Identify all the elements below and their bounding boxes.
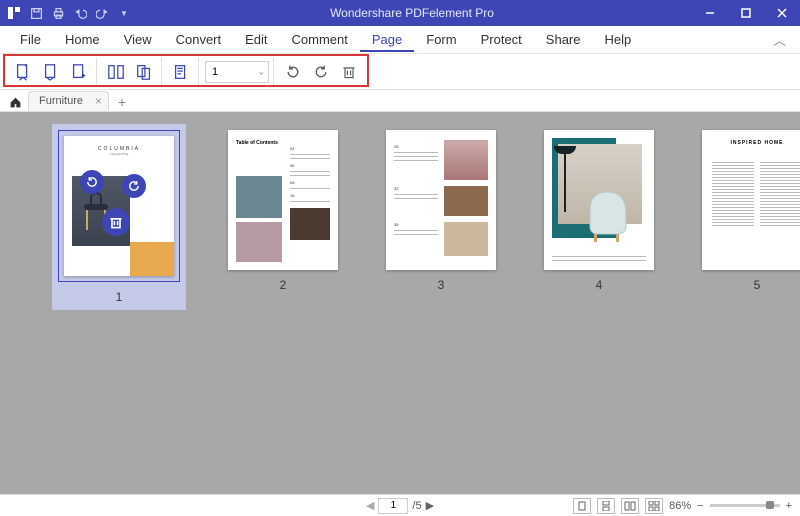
menu-share[interactable]: Share bbox=[534, 28, 593, 51]
add-blank-page-icon[interactable] bbox=[66, 59, 92, 85]
save-icon[interactable] bbox=[28, 5, 44, 21]
toc-num: 32 bbox=[394, 186, 438, 191]
thumb-number: 4 bbox=[596, 278, 603, 292]
thumb-number: 3 bbox=[438, 278, 445, 292]
rotate-left-icon[interactable] bbox=[280, 59, 306, 85]
overlay-rotate-left-icon[interactable] bbox=[80, 170, 104, 194]
maximize-button[interactable] bbox=[728, 0, 764, 26]
status-page-input[interactable] bbox=[378, 498, 408, 514]
rotate-right-icon[interactable] bbox=[308, 59, 334, 85]
qat-dropdown-icon[interactable]: ▼ bbox=[116, 5, 132, 21]
menu-page[interactable]: Page bbox=[360, 28, 414, 52]
delete-page-icon[interactable] bbox=[336, 59, 362, 85]
page-toolbar: ⌄ bbox=[0, 54, 800, 90]
redo-icon[interactable] bbox=[94, 5, 110, 21]
add-tab-icon[interactable]: + bbox=[113, 93, 131, 111]
menu-help[interactable]: Help bbox=[593, 28, 644, 51]
extract-page-icon[interactable] bbox=[38, 59, 64, 85]
toc-num: 06 bbox=[290, 163, 330, 168]
split-doc-icon[interactable] bbox=[103, 59, 129, 85]
close-tab-icon[interactable]: × bbox=[95, 94, 102, 108]
menu-edit[interactable]: Edit bbox=[233, 28, 279, 51]
page-thumb-1[interactable]: COLUMBIA COLLECTIVE 1 bbox=[52, 124, 186, 310]
toc-num: 35 bbox=[394, 222, 438, 227]
minimize-button[interactable] bbox=[692, 0, 728, 26]
menu-bar: File Home View Convert Edit Comment Page… bbox=[0, 26, 800, 54]
thumb-number: 1 bbox=[116, 290, 123, 304]
home-tab-icon[interactable] bbox=[6, 93, 24, 111]
close-button[interactable] bbox=[764, 0, 800, 26]
status-page-total: /5 bbox=[412, 500, 421, 512]
view-facing-icon[interactable] bbox=[621, 498, 639, 514]
app-title: Wondershare PDFelement Pro bbox=[132, 6, 692, 20]
crop-page-icon[interactable] bbox=[168, 59, 194, 85]
document-tab-strip: Furniture × + bbox=[0, 90, 800, 112]
app-logo-icon bbox=[6, 5, 22, 21]
zoom-value: 86% bbox=[669, 500, 691, 512]
page-thumb-3[interactable]: 28 32 35 3 bbox=[386, 130, 496, 304]
thumb5-title: INSPIRED HOME bbox=[702, 130, 800, 152]
menu-convert[interactable]: Convert bbox=[164, 28, 234, 51]
undo-icon[interactable] bbox=[72, 5, 88, 21]
page-number-field[interactable]: ⌄ bbox=[205, 61, 269, 83]
menu-form[interactable]: Form bbox=[414, 28, 468, 51]
title-bar: ▼ Wondershare PDFelement Pro bbox=[0, 0, 800, 26]
overlay-delete-icon[interactable] bbox=[102, 208, 130, 236]
toc-num: 08 bbox=[290, 180, 330, 185]
menu-view[interactable]: View bbox=[112, 28, 164, 51]
view-continuous-icon[interactable] bbox=[597, 498, 615, 514]
toc-num: 04 bbox=[290, 146, 330, 151]
menu-comment[interactable]: Comment bbox=[280, 28, 360, 51]
prev-page-icon[interactable]: ◀ bbox=[366, 499, 374, 512]
toc-num: 28 bbox=[394, 144, 438, 149]
document-tab[interactable]: Furniture × bbox=[28, 91, 109, 111]
thumb1-subtitle: COLLECTIVE bbox=[64, 152, 174, 156]
status-bar: ◀ /5 ▶ 86% − + bbox=[0, 494, 800, 516]
thumbnail-canvas: COLUMBIA COLLECTIVE 1 Table of Contents … bbox=[0, 112, 800, 494]
page-thumb-2[interactable]: Table of Contents 04 06 08 18 2 bbox=[228, 130, 338, 304]
page-number-input[interactable] bbox=[205, 61, 269, 83]
menu-file[interactable]: File bbox=[8, 28, 53, 51]
view-grid-icon[interactable] bbox=[645, 498, 663, 514]
toc-num: 18 bbox=[290, 193, 330, 198]
page-thumb-5[interactable]: INSPIRED HOME 5 bbox=[702, 130, 800, 304]
zoom-out-icon[interactable]: − bbox=[697, 500, 703, 512]
next-page-icon[interactable]: ▶ bbox=[426, 499, 434, 512]
thumb-number: 5 bbox=[754, 278, 761, 292]
page-thumb-4[interactable]: 4 bbox=[544, 130, 654, 304]
thumb1-title: COLUMBIA bbox=[64, 136, 174, 152]
print-icon[interactable] bbox=[50, 5, 66, 21]
document-tab-label: Furniture bbox=[39, 95, 83, 107]
collapse-ribbon-icon[interactable]: ︿ bbox=[767, 30, 792, 49]
menu-home[interactable]: Home bbox=[53, 28, 112, 51]
merge-doc-icon[interactable] bbox=[131, 59, 157, 85]
menu-protect[interactable]: Protect bbox=[469, 28, 534, 51]
overlay-rotate-right-icon[interactable] bbox=[122, 174, 146, 198]
view-single-icon[interactable] bbox=[573, 498, 591, 514]
zoom-slider[interactable] bbox=[710, 504, 780, 507]
thumb-number: 2 bbox=[280, 278, 287, 292]
insert-page-icon[interactable] bbox=[10, 59, 36, 85]
zoom-in-icon[interactable]: + bbox=[786, 500, 792, 512]
